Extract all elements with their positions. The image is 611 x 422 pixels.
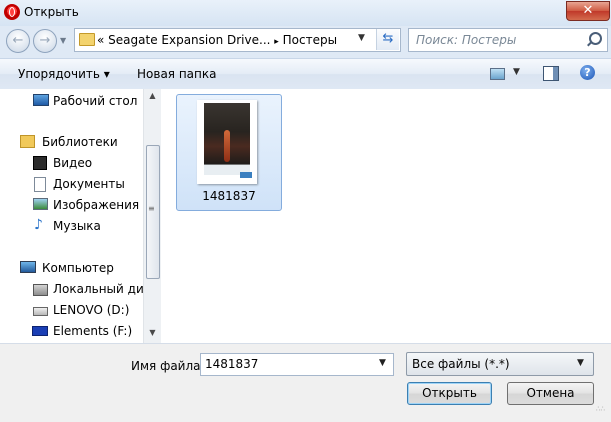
wd-drive-icon <box>32 326 48 336</box>
navigation-row: ← → ▼ « Seagate Expansion Drive... ▸ Пос… <box>0 26 611 56</box>
opera-app-icon <box>4 4 20 20</box>
breadcrumb-overflow[interactable]: « <box>97 33 104 47</box>
cancel-button-label: Отмена <box>526 386 575 400</box>
nav-item-video[interactable]: Видео <box>0 153 144 173</box>
close-icon: ✕ <box>582 3 594 18</box>
search-icon[interactable] <box>589 32 602 45</box>
forward-arrow-icon: → <box>39 33 51 48</box>
title-bar: Открыть ✕ <box>0 0 611 26</box>
scroll-up-icon[interactable]: ▲ <box>144 91 161 100</box>
command-bar: Упорядочить ▾ Новая папка ▼ ? <box>0 58 611 90</box>
scroll-down-icon[interactable]: ▼ <box>144 328 161 337</box>
navigation-pane: Рабочий стол Библиотеки Видео Документы … <box>0 89 160 343</box>
open-button-label: Открыть <box>422 386 477 400</box>
filename-label: Имя файла: <box>131 359 205 373</box>
nav-item-label: LENOVO (D:) <box>53 303 130 317</box>
help-label: ? <box>584 66 591 79</box>
file-list: 1481837 <box>161 89 611 343</box>
cancel-button[interactable]: Отмена <box>507 382 594 405</box>
nav-item-pictures[interactable]: Изображения <box>0 195 144 215</box>
nav-item-label: Elements (F:) <box>53 324 133 338</box>
nav-item-label: Видео <box>53 156 93 170</box>
back-button[interactable]: ← <box>6 29 30 53</box>
nav-item-music[interactable]: ♪ Музыка <box>0 216 144 236</box>
breadcrumb-separator-icon[interactable]: ▸ <box>274 37 279 47</box>
forward-button[interactable]: → <box>33 29 57 53</box>
pictures-icon <box>33 198 48 210</box>
refresh-button[interactable]: ⇆ <box>376 29 399 50</box>
search-input[interactable]: Поиск: Постеры <box>408 28 608 52</box>
nav-item-label: Музыка <box>53 219 101 233</box>
documents-icon <box>34 177 46 192</box>
back-arrow-icon: ← <box>12 33 24 48</box>
breadcrumb-item-posters[interactable]: Постеры <box>283 33 337 47</box>
nav-pane-scrollbar[interactable]: ▲ ≡ ▼ <box>143 89 161 343</box>
open-button[interactable]: Открыть <box>407 382 492 405</box>
nav-item-local-disk[interactable]: Локальный диск <box>0 279 158 299</box>
search-placeholder: Поиск: Постеры <box>416 33 517 47</box>
filename-dropdown-icon[interactable]: ▼ <box>379 358 386 368</box>
video-icon <box>33 156 47 170</box>
poster-logo <box>240 172 252 178</box>
nav-item-label: Изображения <box>53 198 140 212</box>
address-dropdown-icon[interactable]: ▼ <box>358 33 365 43</box>
scrollbar-grip-icon: ≡ <box>148 204 155 213</box>
preview-pane-icon[interactable] <box>543 66 559 81</box>
file-type-value: Все файлы (*.*) <box>412 357 510 371</box>
breadcrumb-item-drive[interactable]: Seagate Expansion Drive... <box>108 33 270 47</box>
window-title: Открыть <box>24 5 79 19</box>
computer-icon <box>20 261 36 273</box>
nav-item-label: Компьютер <box>42 261 114 275</box>
refresh-icon: ⇆ <box>382 31 394 46</box>
new-folder-button[interactable]: Новая папка <box>137 67 216 81</box>
nav-item-drive-f[interactable]: Elements (F:) <box>0 321 144 341</box>
poster-figure <box>224 130 230 162</box>
desktop-icon <box>33 94 49 106</box>
folder-icon <box>79 33 95 46</box>
filename-field[interactable]: 1481837 ▼ <box>200 353 394 376</box>
libraries-icon <box>20 135 35 148</box>
file-thumbnail <box>197 100 257 184</box>
file-type-select[interactable]: Все файлы (*.*) ▼ <box>406 352 594 376</box>
file-type-dropdown-icon[interactable]: ▼ <box>577 358 584 368</box>
nav-item-label: Документы <box>53 177 125 191</box>
file-name: 1481837 <box>202 189 256 203</box>
organize-button[interactable]: Упорядочить ▾ <box>18 67 110 81</box>
dialog-footer: Имя файла: 1481837 ▼ Все файлы (*.*) ▼ О… <box>0 343 611 422</box>
nav-item-label: Рабочий стол <box>53 94 138 108</box>
nav-item-documents[interactable]: Документы <box>0 174 144 194</box>
drive-icon <box>33 307 48 316</box>
music-icon: ♪ <box>34 217 43 233</box>
nav-item-desktop[interactable]: Рабочий стол <box>0 91 144 111</box>
recent-locations-dropdown-icon[interactable]: ▼ <box>60 36 66 45</box>
address-bar[interactable]: « Seagate Expansion Drive... ▸ Постеры ▼… <box>74 28 401 52</box>
local-disk-icon <box>33 284 48 296</box>
nav-item-label: Локальный диск <box>53 282 158 296</box>
resize-grip-icon[interactable]: ∴∴ <box>596 406 608 413</box>
help-icon[interactable]: ? <box>580 65 595 80</box>
filename-value: 1481837 <box>205 357 259 371</box>
close-button[interactable]: ✕ <box>566 1 610 21</box>
nav-item-label: Библиотеки <box>42 135 118 149</box>
view-options-dropdown-icon[interactable]: ▼ <box>513 67 520 77</box>
file-item[interactable]: 1481837 <box>176 94 282 211</box>
nav-item-drive-d[interactable]: LENOVO (D:) <box>0 300 144 320</box>
nav-item-libraries[interactable]: Библиотеки <box>0 132 144 152</box>
breadcrumb: « Seagate Expansion Drive... ▸ Постеры <box>97 33 337 47</box>
poster-image <box>204 103 252 178</box>
nav-item-computer[interactable]: Компьютер <box>0 258 144 278</box>
change-view-icon[interactable] <box>490 68 505 80</box>
